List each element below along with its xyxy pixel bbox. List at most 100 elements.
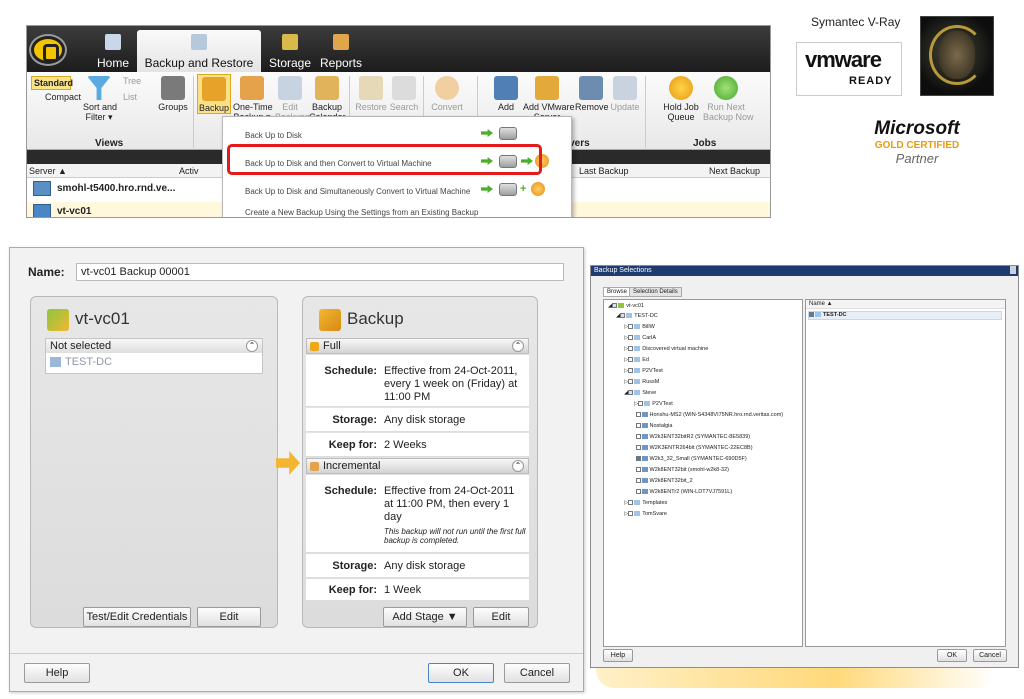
collapse-icon[interactable]: ⌃ (512, 340, 524, 352)
full-schedule-row[interactable]: Schedule: Effective from 24-Oct-2011, eve… (306, 355, 529, 407)
collapse-icon[interactable]: ⌃ (512, 460, 524, 472)
add-stage-button[interactable]: Add Stage ▼ (383, 607, 467, 627)
ok-button[interactable]: OK (428, 663, 494, 683)
add-server-button[interactable]: Add (493, 76, 519, 112)
col-server[interactable]: Server ▲ (29, 166, 67, 176)
sort-filter-button[interactable]: Sort and Filter ▾ (83, 76, 117, 122)
tree-node[interactable]: W2K3ENTR264bit (SYMANTEC-22EC8B) (634, 445, 753, 451)
tree-node[interactable]: Honshu-MS2 (WIN-S4348VI75NR.hro.rnd.veri… (634, 412, 783, 418)
tree-node[interactable]: ▷ P2VTest (634, 401, 673, 407)
tree-node[interactable]: W2k8ENTr2 (WIN-LDT7VJ7591L) (634, 489, 732, 495)
backup-panel: Backup Full ⌃ Schedule: Effective from 24-… (302, 296, 538, 628)
full-keep-row[interactable]: Keep for: 2 Weeks (306, 433, 529, 457)
app-logo-icon[interactable] (31, 36, 65, 64)
tree-node[interactable]: ◢ vt-vc01 (608, 303, 644, 309)
tab-browse[interactable]: Browse (603, 287, 632, 297)
tab-storage[interactable]: Storage (265, 30, 315, 72)
checkbox-checked[interactable] (809, 312, 814, 318)
menu-item-backup-simultaneous-convert[interactable]: Back Up to Disk and Simultaneously Conve… (223, 177, 571, 205)
tree-node[interactable]: ▷ BillW (624, 324, 655, 330)
tab-selection-details[interactable]: Selection Details (629, 287, 682, 297)
checkbox[interactable] (620, 313, 626, 319)
checkbox[interactable] (628, 346, 634, 352)
col-next-backup[interactable]: Next Backup (709, 166, 760, 176)
tree-node[interactable]: ▷ Discovered virtual machine (624, 346, 708, 352)
incremental-schedule-row[interactable]: Schedule: Effective from 24-Oct-2011 at 1… (306, 475, 529, 553)
checkbox[interactable] (635, 412, 641, 418)
checkbox[interactable] (635, 467, 641, 473)
checkbox[interactable] (635, 434, 641, 440)
convert-button[interactable]: Convert (429, 76, 465, 112)
update-button[interactable]: Update (609, 76, 641, 112)
backup-name-input[interactable]: vt-vc01 Backup 00001 (76, 263, 564, 281)
add-server-icon (494, 76, 518, 100)
selected-item-row[interactable]: TEST-DC (808, 311, 1002, 320)
tree-node[interactable]: W2k3ENT32bitR2 (SYMANTEC-8E5839) (634, 434, 750, 440)
restore-button[interactable]: Restore (355, 76, 387, 112)
tree-node[interactable]: ▷ RussM (624, 379, 659, 385)
backup-edit-button[interactable]: Edit (473, 607, 529, 627)
checkbox[interactable] (628, 390, 634, 396)
checkbox[interactable] (628, 357, 634, 363)
selection-box[interactable]: Not selected ⌃ TEST-DC (45, 338, 263, 374)
tree-node[interactable]: ▷ TomSvare (624, 511, 667, 517)
checkbox[interactable] (635, 489, 641, 495)
source-edit-button[interactable]: Edit (197, 607, 261, 627)
tree-node[interactable]: Nostalgia (634, 423, 672, 429)
tree-node[interactable]: ▷ Templates (624, 500, 667, 506)
checkbox[interactable] (628, 368, 634, 374)
tab-home[interactable]: Home (93, 30, 133, 72)
tree-node[interactable]: ◢ Steve (624, 390, 656, 396)
close-icon[interactable] (1010, 266, 1016, 274)
menu-item-new-from-existing[interactable]: Create a New Backup Using the Settings f… (223, 205, 571, 217)
tree-node[interactable]: ◢ TEST-DC (616, 313, 658, 319)
not-selected-text: Not selected (50, 340, 112, 352)
checkbox[interactable] (628, 335, 634, 341)
tree-node[interactable]: ▷ P2VTest (624, 368, 663, 374)
cancel-button[interactable]: Cancel (504, 663, 570, 683)
help-button[interactable]: Help (24, 663, 90, 683)
selections-cancel-button[interactable]: Cancel (973, 649, 1007, 662)
tab-reports[interactable]: Reports (317, 30, 365, 72)
checkbox[interactable] (635, 445, 641, 451)
view-standard-button[interactable]: Standard (31, 76, 73, 90)
incremental-storage-row[interactable]: Storage: Any disk storage (306, 554, 529, 578)
tree-node[interactable]: W2k8ENT32bit_2 (634, 478, 693, 484)
checkbox[interactable] (638, 401, 644, 407)
search-button[interactable]: Search (389, 76, 419, 112)
tree-node[interactable]: ▷ CarlA (624, 335, 656, 341)
source-item[interactable]: TEST-DC (50, 356, 112, 368)
checkbox[interactable] (635, 478, 641, 484)
view-compact-button[interactable]: Compact (31, 92, 81, 102)
groups-button[interactable]: Groups (157, 76, 189, 112)
selections-help-button[interactable]: Help (603, 649, 633, 662)
view-tree-button[interactable]: Tree (123, 76, 153, 86)
selections-ok-button[interactable]: OK (937, 649, 967, 662)
col-last-backup[interactable]: Last Backup (579, 166, 629, 176)
checkbox[interactable] (635, 423, 641, 429)
checkbox[interactable] (628, 324, 634, 330)
full-stage-header[interactable]: Full ⌃ (306, 338, 529, 354)
collapse-icon[interactable]: ⌃ (246, 340, 258, 352)
tree-node[interactable]: W2k3_32_Small (SYMANTEC-690D5F) (634, 456, 747, 462)
checkbox[interactable] (612, 303, 618, 309)
backup-button[interactable]: Backup (197, 74, 231, 114)
checkbox[interactable] (628, 500, 634, 506)
checkbox[interactable] (628, 511, 634, 517)
tree-node[interactable]: W2k8ENT32bit (smohl-w2k8-32) (634, 467, 729, 473)
checkbox[interactable] (628, 379, 634, 385)
hold-job-queue-button[interactable]: Hold Job Queue (661, 76, 701, 122)
test-edit-credentials-button[interactable]: Test/Edit Credentials (83, 607, 191, 627)
tab-backup-and-restore[interactable]: Backup and Restore (137, 30, 261, 72)
incremental-stage-header[interactable]: Incremental ⌃ (306, 458, 529, 474)
view-list-button[interactable]: List (123, 92, 153, 102)
run-next-backup-button[interactable]: Run Next Backup Now (703, 76, 754, 122)
tree-node[interactable]: ▷ Ed (624, 357, 649, 363)
name-column-header[interactable]: Name ▲ (806, 300, 1005, 309)
full-storage-row[interactable]: Storage: Any disk storage (306, 408, 529, 432)
incremental-keep-row[interactable]: Keep for: 1 Week (306, 579, 529, 601)
face-graphic (939, 31, 975, 79)
col-active[interactable]: Activ (179, 166, 199, 176)
checkbox-checked[interactable] (635, 456, 641, 462)
remove-server-button[interactable]: Remove (575, 76, 609, 112)
